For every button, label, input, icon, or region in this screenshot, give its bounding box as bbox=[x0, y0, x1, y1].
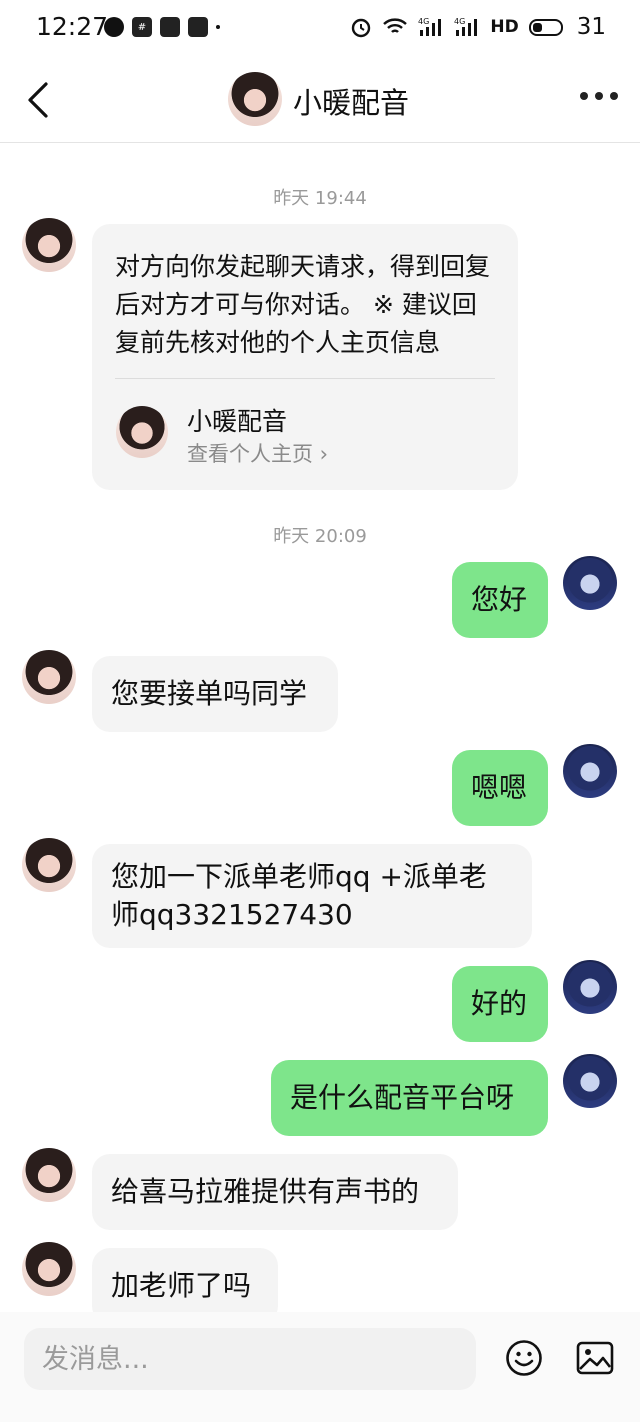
svg-text:4G: 4G bbox=[454, 17, 465, 26]
chat-header: 小暖配音 bbox=[0, 58, 640, 143]
chat-bubble-icon bbox=[104, 17, 124, 37]
svg-text:4G: 4G bbox=[418, 17, 429, 26]
message-in[interactable]: 给喜马拉雅提供有声书的 bbox=[92, 1154, 458, 1230]
hash-app-icon: # bbox=[132, 17, 152, 37]
wifi-icon bbox=[383, 18, 408, 33]
hd-label: HD bbox=[490, 17, 519, 37]
back-icon[interactable] bbox=[22, 78, 62, 122]
emoji-icon[interactable] bbox=[505, 1339, 543, 1377]
sender-avatar[interactable] bbox=[22, 1242, 76, 1296]
timestamp: 昨天 19:44 bbox=[273, 188, 367, 209]
my-avatar[interactable] bbox=[563, 1054, 617, 1108]
message-out[interactable]: 是什么配音平台呀 bbox=[271, 1060, 548, 1136]
image-icon[interactable] bbox=[576, 1341, 614, 1375]
my-avatar[interactable] bbox=[563, 744, 617, 798]
battery-percent: 31 bbox=[576, 14, 606, 40]
message-out[interactable]: 好的 bbox=[452, 966, 548, 1042]
request-notice-text: 对方向你发起聊天请求，得到回复后对方才可与你对话。 ※ 建议回复前先核对他的个人… bbox=[115, 252, 491, 357]
message-input[interactable] bbox=[24, 1328, 476, 1390]
sender-avatar[interactable] bbox=[22, 650, 76, 704]
notification-icons: # bbox=[104, 17, 220, 37]
contact-name: 小暖配音 bbox=[293, 86, 410, 120]
sender-avatar[interactable] bbox=[22, 218, 76, 272]
more-notifications-icon bbox=[216, 25, 220, 29]
my-avatar[interactable] bbox=[563, 960, 617, 1014]
contact-avatar[interactable] bbox=[228, 72, 282, 126]
more-options-icon[interactable] bbox=[580, 92, 618, 104]
my-avatar[interactable] bbox=[563, 556, 617, 610]
profile-avatar[interactable] bbox=[116, 406, 168, 458]
sender-avatar[interactable] bbox=[22, 1148, 76, 1202]
news-app-icon bbox=[160, 17, 180, 37]
message-in[interactable]: 您要接单吗同学 bbox=[92, 656, 338, 732]
signal-1-icon: 4G bbox=[418, 17, 442, 36]
system-status: 4G 4G HD 31 bbox=[350, 14, 606, 40]
album-app-icon bbox=[188, 17, 208, 37]
message-in[interactable]: 您加一下派单老师qq +派单老师qq3321527430 bbox=[92, 844, 532, 948]
input-bar bbox=[0, 1312, 640, 1422]
status-bar: 12:27 # 4G 4G HD 31 bbox=[0, 0, 640, 58]
divider bbox=[115, 378, 495, 379]
alarm-icon bbox=[352, 18, 371, 38]
signal-2-icon: 4G bbox=[454, 17, 478, 36]
chat-request-card: 对方向你发起聊天请求，得到回复后对方才可与你对话。 ※ 建议回复前先核对他的个人… bbox=[92, 224, 518, 490]
message-out[interactable]: 嗯嗯 bbox=[452, 750, 548, 826]
view-profile-link[interactable]: 查看个人主页 › bbox=[187, 438, 328, 468]
profile-name: 小暖配音 bbox=[187, 407, 288, 436]
battery-icon bbox=[528, 18, 563, 36]
sender-avatar[interactable] bbox=[22, 838, 76, 892]
status-time: 12:27 bbox=[36, 12, 109, 41]
timestamp: 昨天 20:09 bbox=[273, 526, 367, 547]
message-out[interactable]: 您好 bbox=[452, 562, 548, 638]
